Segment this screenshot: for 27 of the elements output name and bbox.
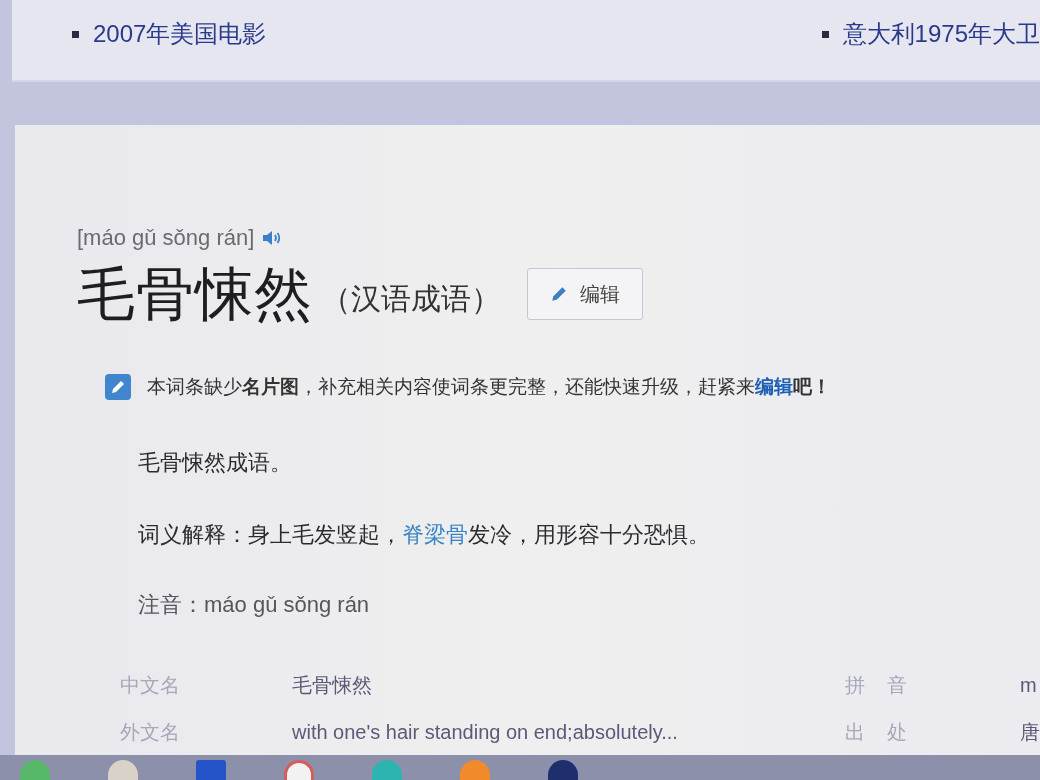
notice-text: 本词条缺少名片图，补充相关内容使词条更完整，还能快速升级，赶紧来编辑吧！ (147, 375, 831, 399)
info-label: 拼 音 (845, 672, 908, 698)
related-entry-link[interactable]: 2007年美国电影 (93, 18, 267, 50)
info-value: 毛骨悚然 (292, 672, 373, 698)
bullet-icon (821, 30, 829, 38)
paragraph-text: 注音：máo gǔ sǒng rán (138, 591, 371, 619)
info-value: with one's hair standing on end;absolutely... (292, 720, 679, 744)
taskbar-app-icon[interactable] (284, 760, 314, 780)
info-value: m (1020, 673, 1038, 697)
info-label: 中文名 (120, 672, 181, 698)
info-label: 外文名 (120, 719, 181, 745)
pinyin-text: [máo gǔ sǒng rán] (77, 225, 255, 251)
pencil-icon (105, 374, 131, 400)
paragraph-text: 毛骨悚然成语。 (138, 449, 293, 477)
entry-title: 毛骨悚然 (77, 261, 313, 327)
related-entry-link[interactable]: 意大利1975年大卫 (842, 18, 1040, 50)
bullet-icon (72, 30, 79, 38)
entry-subtitle: （汉语成语） (321, 280, 501, 317)
taskbar-app-icon[interactable] (108, 760, 138, 780)
edit-button[interactable]: 编辑 (527, 268, 643, 320)
pencil-icon (550, 285, 568, 303)
taskbar-app-icon[interactable] (548, 760, 578, 780)
speaker-icon[interactable] (262, 230, 283, 246)
info-label: 出 处 (845, 719, 908, 745)
info-value: 唐 (1020, 719, 1040, 745)
edit-link[interactable]: 编辑 (755, 376, 793, 397)
paragraph-text: 词义解释：身上毛发竖起，脊梁骨发冷，用形容十分恐惧。 (138, 521, 711, 549)
